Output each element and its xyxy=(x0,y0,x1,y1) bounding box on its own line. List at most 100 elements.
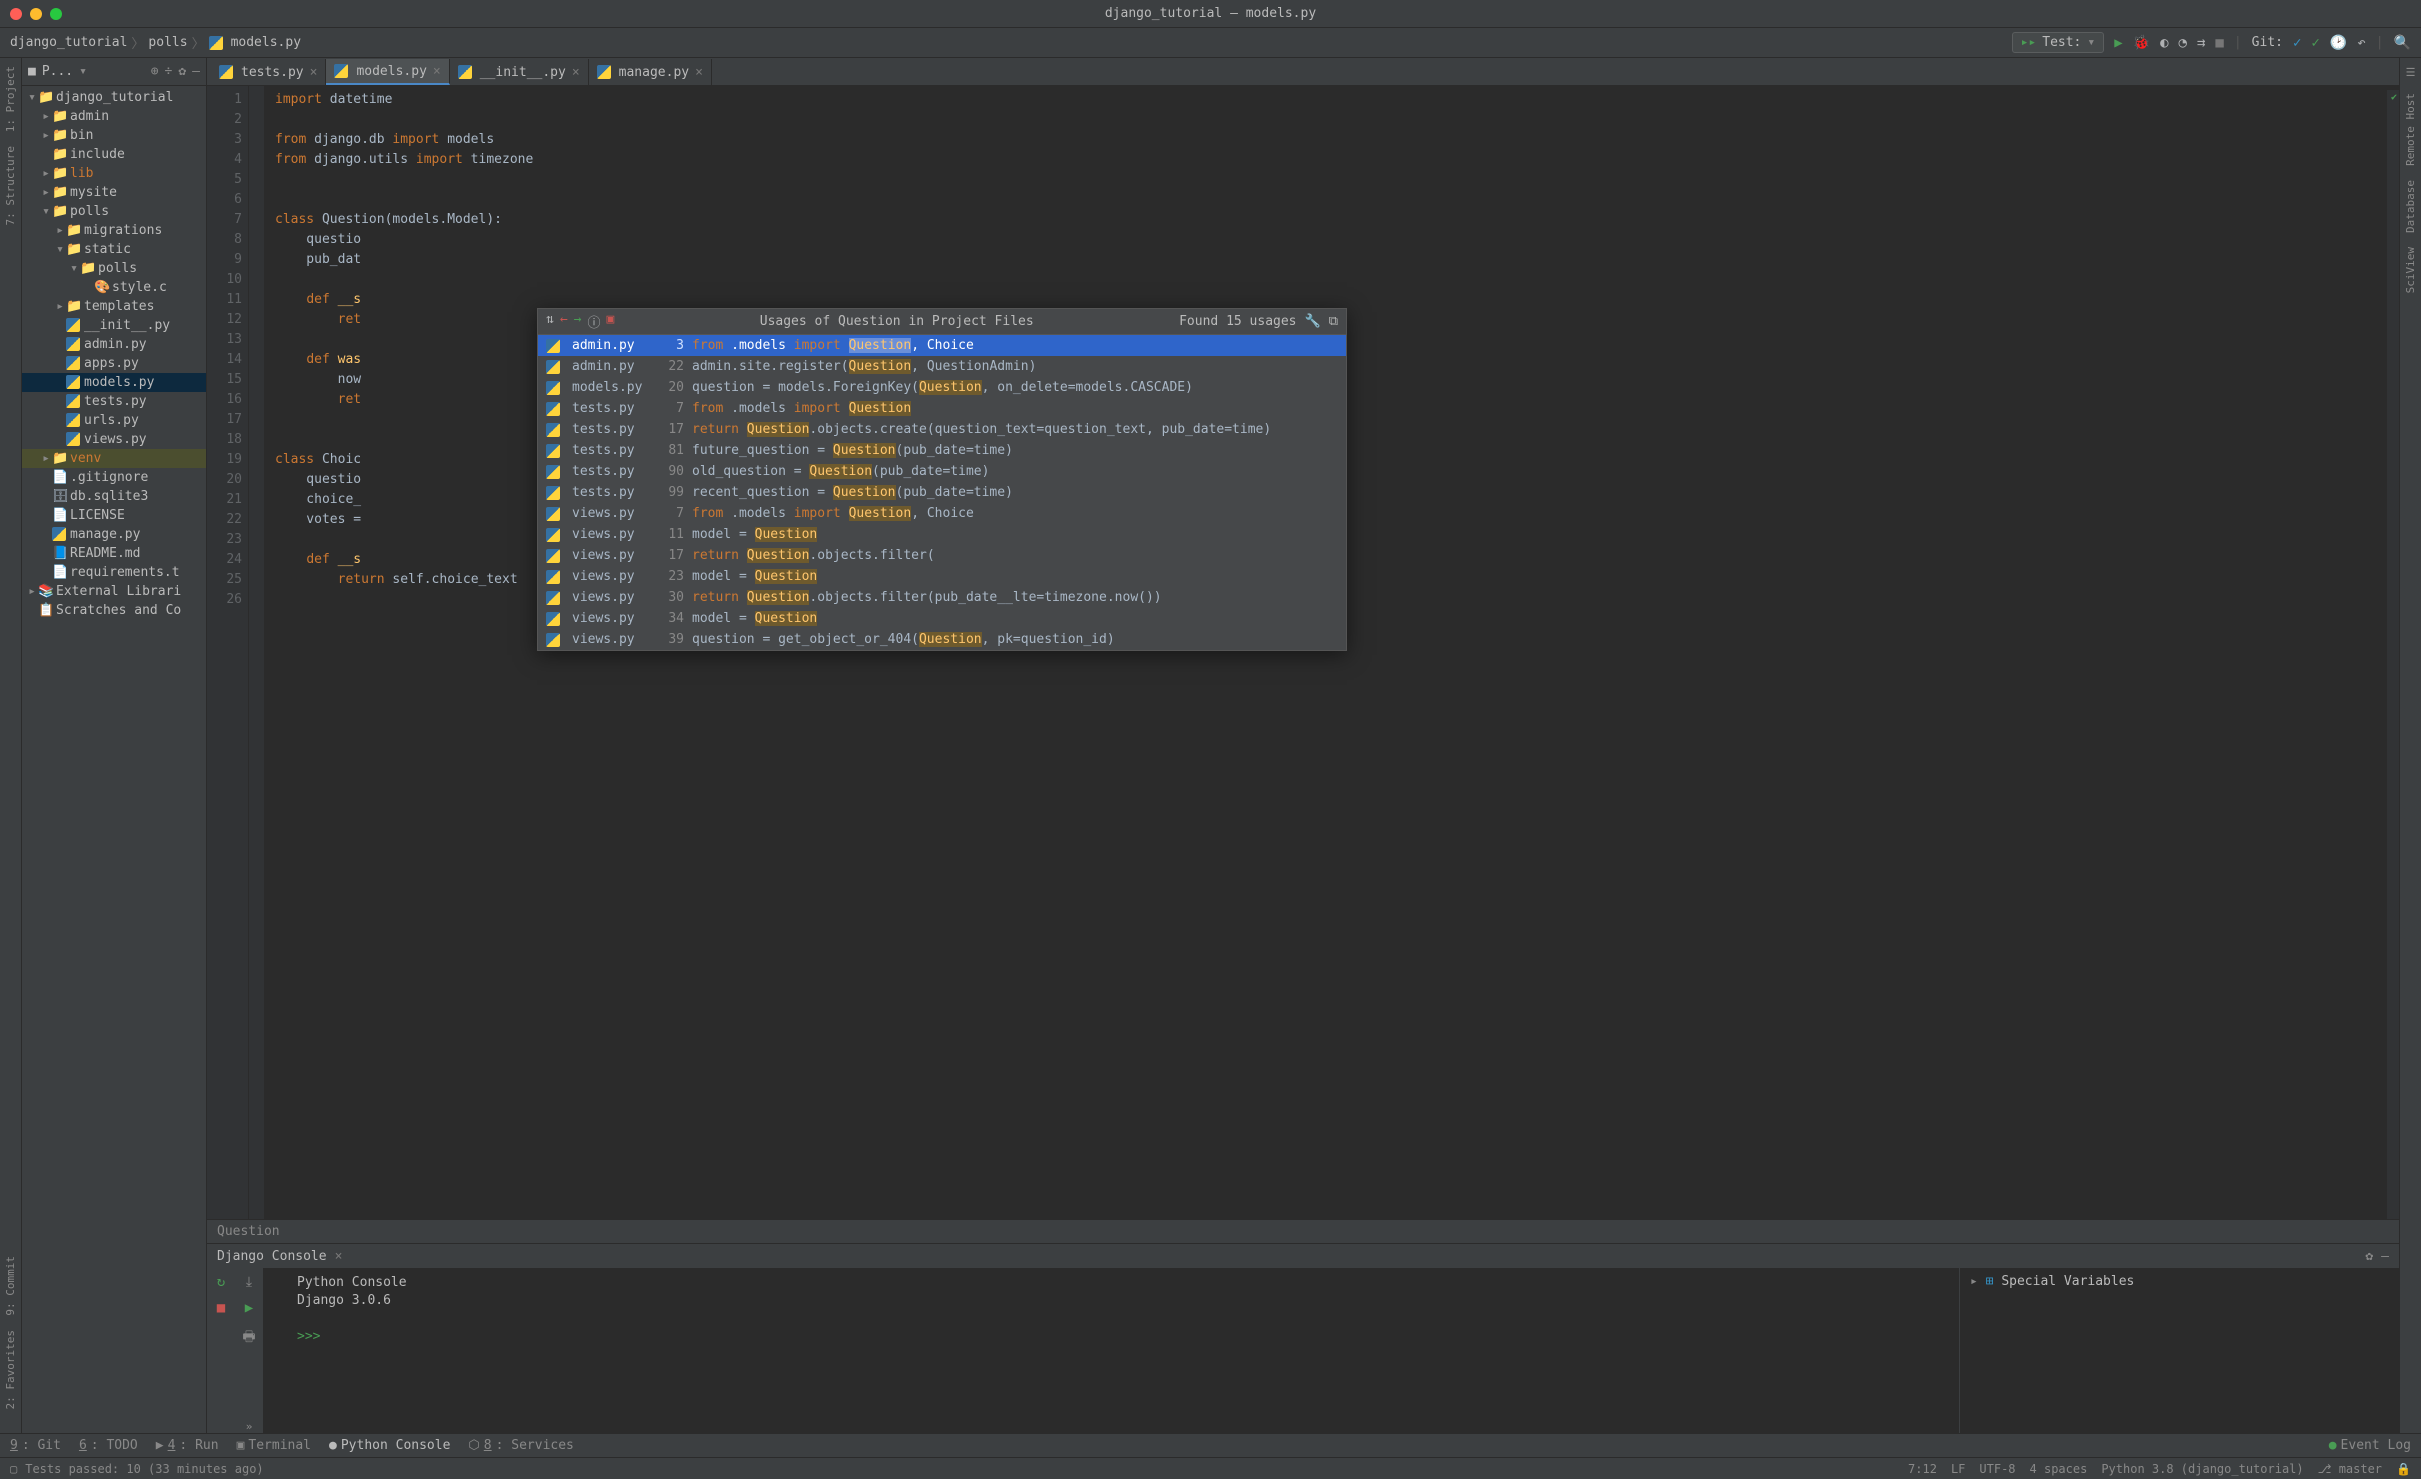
tool-button[interactable]: ▶4: Run xyxy=(156,1438,219,1453)
tool-favorites[interactable]: 2: Favorites xyxy=(4,1330,17,1409)
profile-icon[interactable]: ◔ xyxy=(2179,35,2187,51)
console-tab[interactable]: Django Console xyxy=(217,1249,327,1264)
tree-node[interactable]: apps.py xyxy=(22,354,206,373)
maximize-window-icon[interactable] xyxy=(50,8,62,20)
tree-node[interactable]: ▾📁polls xyxy=(22,202,206,221)
git-history-icon[interactable]: 🕑 xyxy=(2330,35,2347,51)
run-config-selector[interactable]: ▸▸ Test: ▾ xyxy=(2012,32,2105,53)
tool-button[interactable]: ▣Terminal xyxy=(237,1438,311,1453)
tree-node[interactable]: ▾📁static xyxy=(22,240,206,259)
tool-database[interactable]: Database xyxy=(2404,180,2417,233)
info-icon[interactable]: ⓘ xyxy=(587,312,600,331)
minimize-window-icon[interactable] xyxy=(30,8,42,20)
usage-row[interactable]: views.py39question = get_object_or_404(Q… xyxy=(538,629,1346,650)
tool-sciview[interactable]: SciView xyxy=(2404,247,2417,293)
console-variables[interactable]: ▸ ⊞ Special Variables xyxy=(1959,1268,2399,1433)
tree-node[interactable]: 📋Scratches and Co xyxy=(22,601,206,620)
hide-icon[interactable]: — xyxy=(192,64,200,79)
tool-button[interactable]: ●Python Console xyxy=(329,1438,450,1453)
usage-row[interactable]: tests.py7from .models import Question xyxy=(538,398,1346,419)
tree-node[interactable]: ▸📁venv xyxy=(22,449,206,468)
stop-icon[interactable]: ■ xyxy=(2215,35,2223,51)
print-icon[interactable]: 🖶 xyxy=(242,1326,255,1350)
console-output[interactable]: Python Console Django 3.0.6 >>> xyxy=(263,1268,1959,1433)
usage-row[interactable]: views.py23model = Question xyxy=(538,566,1346,587)
usage-row[interactable]: admin.py22admin.site.register(Question, … xyxy=(538,356,1346,377)
tree-node[interactable]: ▸📁mysite xyxy=(22,183,206,202)
wrench-icon[interactable]: 🔧 xyxy=(1305,314,1321,329)
status-lf[interactable]: LF xyxy=(1951,1462,1965,1476)
concurrency-icon[interactable]: ⇉ xyxy=(2197,35,2205,51)
breadcrumb-folder[interactable]: polls xyxy=(148,35,187,50)
tree-node[interactable]: 🎨style.c xyxy=(22,278,206,297)
locate-icon[interactable]: ⊕ xyxy=(151,64,159,79)
git-rollback-icon[interactable]: ↶ xyxy=(2357,35,2365,51)
editor-tab[interactable]: __init__.py× xyxy=(450,59,589,85)
next-icon[interactable]: → xyxy=(574,312,582,331)
tree-node[interactable]: views.py xyxy=(22,430,206,449)
tree-node[interactable]: ▸📁bin xyxy=(22,126,206,145)
collapse-icon[interactable]: ÷ xyxy=(165,64,173,79)
usage-row[interactable]: views.py34model = Question xyxy=(538,608,1346,629)
filter-icon[interactable]: ⇅ xyxy=(546,312,554,331)
editor-area[interactable]: 1234567891011121314151617181920212223242… xyxy=(207,86,2399,1219)
usage-row[interactable]: models.py20question = models.ForeignKey(… xyxy=(538,377,1346,398)
lock-icon[interactable]: 🔒 xyxy=(2396,1462,2411,1476)
coverage-icon[interactable]: ◐ xyxy=(2160,35,2168,51)
tree-node[interactable]: ▸📁migrations xyxy=(22,221,206,240)
git-update-icon[interactable]: ✓ xyxy=(2293,35,2301,51)
editor-tab[interactable]: manage.py× xyxy=(589,59,712,85)
tree-node[interactable]: __init__.py xyxy=(22,316,206,335)
editor-tab[interactable]: models.py× xyxy=(326,59,449,85)
tree-node[interactable]: tests.py xyxy=(22,392,206,411)
tree-node[interactable]: ▸📁admin xyxy=(22,107,206,126)
tree-node[interactable]: ▸📁lib xyxy=(22,164,206,183)
usage-row[interactable]: admin.py3from .models import Question, C… xyxy=(538,335,1346,356)
tool-window-icon[interactable]: ▢ xyxy=(10,1462,17,1476)
tree-node[interactable]: ▾📁django_tutorial xyxy=(22,88,206,107)
tree-node[interactable]: admin.py xyxy=(22,335,206,354)
tree-node[interactable]: 📁include xyxy=(22,145,206,164)
status-enc[interactable]: UTF-8 xyxy=(1979,1462,2015,1476)
chevron-down-icon[interactable]: ▾ xyxy=(79,64,87,79)
event-log-button[interactable]: ●Event Log xyxy=(2329,1438,2411,1453)
usage-row[interactable]: views.py30return Question.objects.filter… xyxy=(538,587,1346,608)
debug-icon[interactable]: 🐞 xyxy=(2133,35,2150,51)
more-icon[interactable]: » xyxy=(246,1420,253,1433)
tree-node[interactable]: ▸📁templates xyxy=(22,297,206,316)
tool-button[interactable]: 6: TODO xyxy=(79,1438,138,1453)
tree-node[interactable]: models.py xyxy=(22,373,206,392)
close-window-icon[interactable] xyxy=(10,8,22,20)
gear-icon[interactable]: ✿ xyxy=(2365,1249,2373,1264)
tool-button[interactable]: ⬡8: Services xyxy=(468,1438,573,1453)
tool-commit[interactable]: 9: Commit xyxy=(4,1256,17,1316)
status-branch[interactable]: ⎇ master xyxy=(2318,1462,2382,1476)
breadcrumb-file[interactable]: models.py xyxy=(231,35,301,50)
editor-tab[interactable]: tests.py× xyxy=(211,59,326,85)
run-icon[interactable]: ▶ xyxy=(2114,35,2122,51)
tree-node[interactable]: 📄requirements.t xyxy=(22,563,206,582)
tree-node[interactable]: manage.py xyxy=(22,525,206,544)
rerun-icon[interactable]: ↻ xyxy=(217,1274,225,1290)
usage-row[interactable]: tests.py90old_question = Question(pub_da… xyxy=(538,461,1346,482)
execute-icon[interactable]: ⤓ xyxy=(246,1274,252,1290)
code[interactable]: import datetime from django.db import mo… xyxy=(265,86,2399,1219)
tool-project[interactable]: 1: Project xyxy=(4,66,17,132)
tool-structure[interactable]: 7: Structure xyxy=(4,146,17,225)
usage-row[interactable]: views.py7from .models import Question, C… xyxy=(538,503,1346,524)
tree-node[interactable]: ▾📁polls xyxy=(22,259,206,278)
tree-node[interactable]: 📄LICENSE xyxy=(22,506,206,525)
status-pos[interactable]: 7:12 xyxy=(1908,1462,1937,1476)
usage-row[interactable]: views.py11model = Question xyxy=(538,524,1346,545)
hide-console-icon[interactable]: — xyxy=(2381,1249,2389,1264)
stop-icon[interactable]: ■ xyxy=(217,1300,225,1316)
annotation-strip[interactable]: ✔ xyxy=(2387,90,2399,1219)
usage-row[interactable]: tests.py17return Question.objects.create… xyxy=(538,419,1346,440)
open-tool-icon[interactable]: ⧉ xyxy=(1329,314,1338,329)
gear-icon[interactable]: ✿ xyxy=(178,64,186,79)
tree-node[interactable]: 📄.gitignore xyxy=(22,468,206,487)
usage-row[interactable]: views.py17return Question.objects.filter… xyxy=(538,545,1346,566)
status-sdk[interactable]: Python 3.8 (django_tutorial) xyxy=(2101,1462,2303,1476)
search-icon[interactable]: 🔍 xyxy=(2394,35,2411,51)
tool-remote-host[interactable]: Remote Host xyxy=(2404,93,2417,166)
